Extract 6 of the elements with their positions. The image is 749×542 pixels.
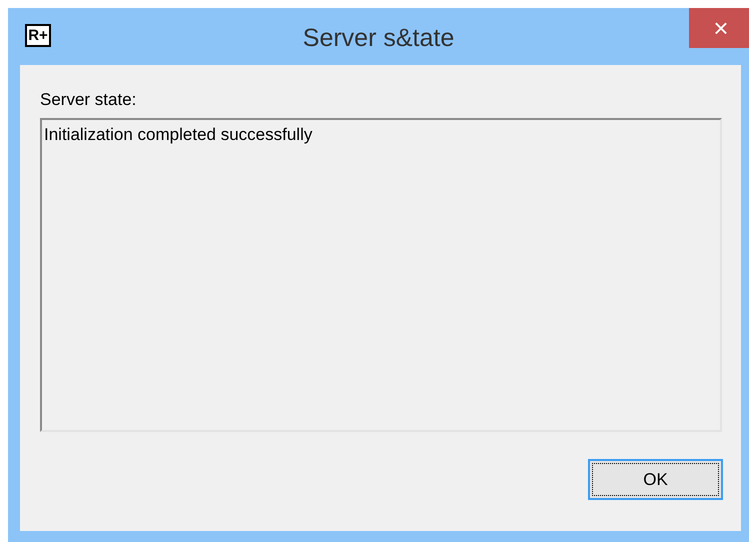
state-text-area[interactable]: Initialization completed successfully	[40, 118, 722, 432]
close-button[interactable]: ×	[689, 8, 749, 48]
window-title: Server s&tate	[302, 23, 456, 54]
server-state-label: Server state:	[40, 91, 138, 108]
app-logo: R+	[25, 24, 51, 47]
ok-button[interactable]: OK	[588, 459, 723, 500]
